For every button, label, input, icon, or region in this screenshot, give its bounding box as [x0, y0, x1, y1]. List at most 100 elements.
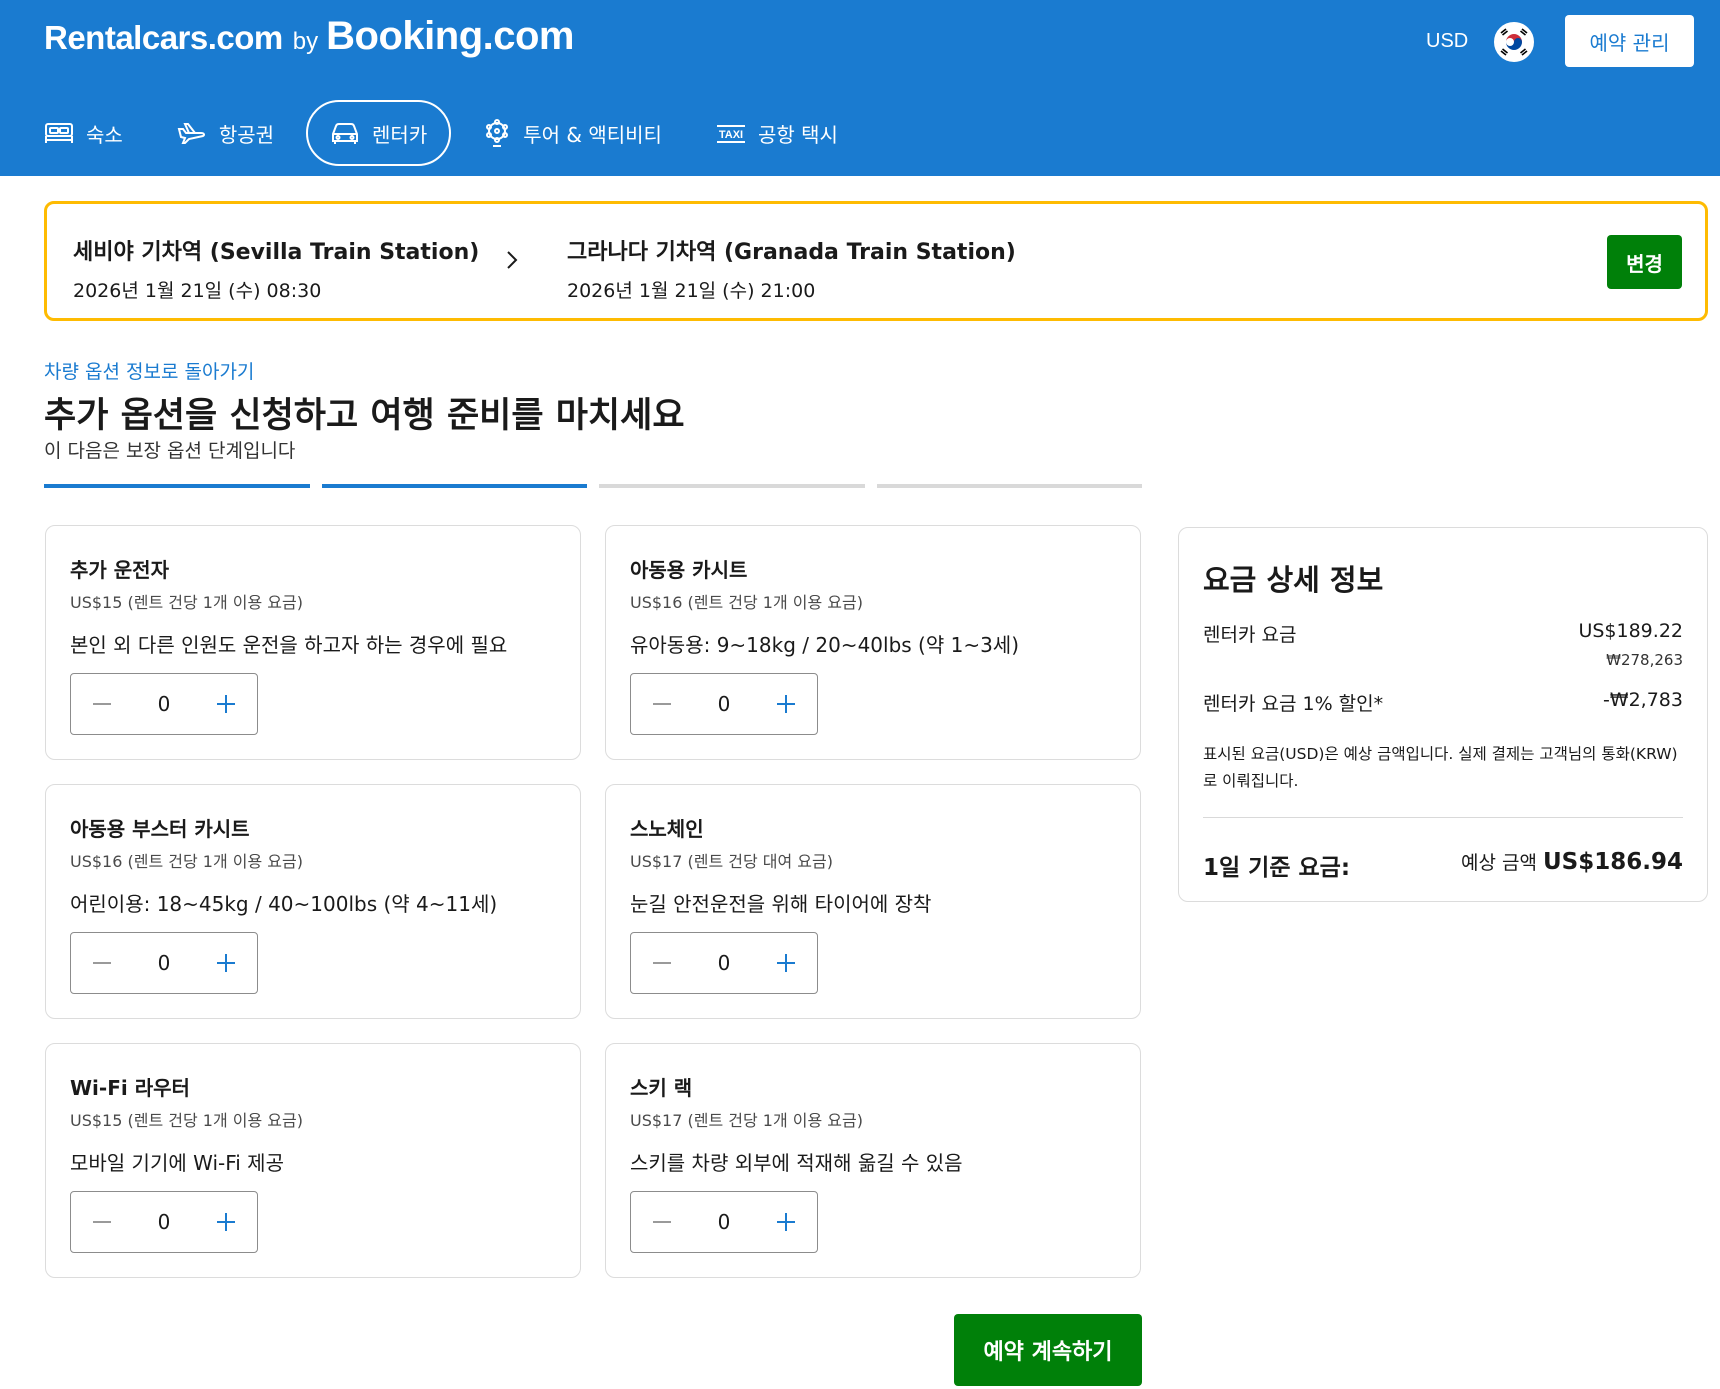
top-header: Rentalcars.com by Booking.com USD 예약 관리 숙소… [0, 0, 1720, 176]
extra-description: 본인 외 다른 인원도 운전을 하고자 하는 경우에 필요 [70, 633, 508, 657]
brand-logo[interactable]: Rentalcars.com by Booking.com [44, 14, 574, 59]
quantity-value: 0 [157, 951, 171, 975]
quantity-value: 0 [157, 1210, 171, 1234]
decrement-button[interactable] [631, 1192, 693, 1252]
minus-icon [93, 1221, 111, 1223]
attractions-icon [486, 119, 509, 147]
quantity-stepper: 0 [630, 673, 818, 735]
extra-card-booster-seat: 아동용 부스터 카시트 US$16 (렌트 건당 1개 이용 요금) 어린이용:… [45, 784, 581, 1019]
nav-item-airport-taxi[interactable]: TAXI 공항 택시 [694, 100, 860, 166]
extra-description: 유아동용: 9~18kg / 20~40lbs (약 1~3세) [630, 633, 1020, 657]
nav-label: 숙소 [86, 122, 123, 147]
quantity-stepper: 0 [630, 932, 818, 994]
car-icon [332, 123, 359, 144]
extra-price: US$15 (렌트 건당 1개 이용 요금) [70, 593, 303, 612]
progress-step [599, 484, 865, 488]
plus-icon [776, 1213, 795, 1231]
extra-card-snow-chains: 스노체인 US$17 (렌트 건당 대여 요금) 눈길 안전운전을 위해 타이어… [605, 784, 1141, 1019]
extra-title: 추가 운전자 [70, 558, 169, 582]
daily-price-amount: US$186.94 [1543, 849, 1683, 875]
dropoff-location: 그라나다 기차역 (Granada Train Station) 2026년 1… [567, 234, 1016, 303]
decrement-button[interactable] [71, 674, 133, 734]
extra-title: 스키 랙 [630, 1076, 693, 1100]
minus-icon [653, 962, 671, 964]
rental-price-label: 렌터카 요금 [1203, 624, 1297, 646]
extra-price: US$17 (렌트 건당 1개 이용 요금) [630, 1111, 863, 1130]
nav-label: 항공권 [218, 122, 275, 147]
continue-booking-button[interactable]: 예약 계속하기 [954, 1314, 1142, 1386]
quantity-stepper: 0 [70, 932, 258, 994]
plus-icon [216, 695, 235, 713]
decrement-button[interactable] [71, 1192, 133, 1252]
progress-step [321, 484, 587, 488]
quantity-value: 0 [717, 1210, 731, 1234]
minus-icon [653, 1221, 671, 1223]
extra-price: US$16 (렌트 건당 1개 이용 요금) [70, 852, 303, 871]
decrement-button[interactable] [631, 674, 693, 734]
logo-rentalcars: Rentalcars.com [44, 19, 283, 56]
quantity-stepper: 0 [630, 1191, 818, 1253]
plus-icon [216, 954, 235, 972]
plus-icon [776, 954, 795, 972]
currency-note: 표시된 요금(USD)은 예상 금액입니다. 실제 결제는 고객님의 통화(KR… [1203, 745, 1678, 790]
plane-icon [177, 123, 205, 144]
progress-step [876, 484, 1142, 488]
pickup-location: 세비야 기차역 (Sevilla Train Station) 2026년 1월… [73, 234, 479, 303]
plus-icon [216, 1213, 235, 1231]
divider [1203, 817, 1683, 818]
taxi-icon: TAXI [716, 125, 745, 143]
decrement-button[interactable] [71, 933, 133, 993]
dropoff-datetime: 2026년 1월 21일 (수) 21:00 [567, 280, 816, 302]
main-nav: 숙소 항공권 렌터카 투어 & 액티비티 TAXI 공항 택시 [44, 100, 870, 166]
nav-item-car-rental[interactable]: 렌터카 [306, 100, 452, 166]
increment-button[interactable] [755, 933, 817, 993]
quantity-value: 0 [717, 692, 731, 716]
minus-icon [93, 962, 111, 964]
search-summary: 세비야 기차역 (Sevilla Train Station) 2026년 1월… [44, 201, 1708, 321]
logo-by: by [292, 28, 319, 55]
pickup-name: 세비야 기차역 (Sevilla Train Station) [73, 240, 480, 265]
discount-value: -₩2,783 [1602, 689, 1683, 711]
nav-item-stays[interactable]: 숙소 [44, 100, 145, 166]
nav-item-attractions[interactable]: 투어 & 액티비티 [461, 100, 684, 166]
decrement-button[interactable] [631, 933, 693, 993]
extra-card-ski-rack: 스키 랙 US$17 (렌트 건당 1개 이용 요금) 스키를 차량 외부에 적… [605, 1043, 1141, 1278]
page-title: 추가 옵션을 신청하고 여행 준비를 마치세요 [44, 396, 685, 436]
nav-item-flights[interactable]: 항공권 [155, 100, 296, 166]
svg-text:TAXI: TAXI [719, 129, 743, 141]
rental-price-usd: US$189.22 [1578, 620, 1683, 642]
currency-selector[interactable]: USD [1426, 30, 1468, 53]
minus-icon [93, 703, 111, 705]
manage-booking-button[interactable]: 예약 관리 [1565, 15, 1694, 67]
logo-booking: Booking.com [326, 14, 574, 58]
nav-label: 투어 & 액티비티 [523, 122, 662, 147]
korea-flag-icon[interactable] [1494, 22, 1534, 62]
daily-price-label: 1일 기준 요금: [1203, 855, 1351, 881]
nav-label: 렌터카 [372, 122, 428, 147]
extra-title: Wi-Fi 라우터 [70, 1076, 190, 1100]
extra-description: 모바일 기기에 Wi-Fi 제공 [70, 1151, 284, 1175]
price-details-title: 요금 상세 정보 [1203, 563, 1384, 597]
page-subtitle: 이 다음은 보장 옵션 단계입니다 [44, 440, 296, 462]
progress-steps [44, 484, 1142, 488]
increment-button[interactable] [755, 1192, 817, 1252]
quantity-stepper: 0 [70, 673, 258, 735]
extra-title: 아동용 카시트 [630, 558, 748, 582]
extra-description: 스키를 차량 외부에 적재해 옮길 수 있음 [630, 1151, 963, 1175]
extra-card-child-seat: 아동용 카시트 US$16 (렌트 건당 1개 이용 요금) 유아동용: 9~1… [605, 525, 1141, 760]
extra-title: 스노체인 [630, 817, 704, 841]
chevron-right-icon [502, 246, 522, 278]
dropoff-name: 그라나다 기차역 (Granada Train Station) [567, 240, 1016, 265]
extra-price: US$16 (렌트 건당 1개 이용 요금) [630, 593, 863, 612]
change-search-button[interactable]: 변경 [1607, 235, 1682, 289]
back-to-car-options-link[interactable]: 차량 옵션 정보로 돌아가기 [44, 357, 254, 384]
progress-step [44, 484, 310, 488]
increment-button[interactable] [755, 674, 817, 734]
increment-button[interactable] [195, 1192, 257, 1252]
bed-icon [45, 123, 73, 143]
daily-price: 예상 금액 US$186.94 [1461, 848, 1683, 875]
increment-button[interactable] [195, 933, 257, 993]
nav-label: 공항 택시 [757, 122, 838, 147]
extra-title: 아동용 부스터 카시트 [70, 817, 250, 841]
increment-button[interactable] [195, 674, 257, 734]
